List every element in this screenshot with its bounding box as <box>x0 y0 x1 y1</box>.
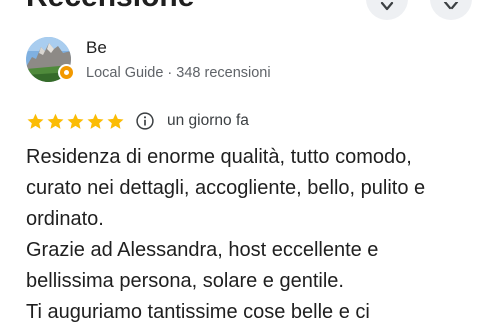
avatar[interactable] <box>26 37 75 82</box>
review-line: bellissima persona, solare e gentile. <box>26 270 344 292</box>
star-rating <box>26 112 125 131</box>
review-text: Residenza di enorme qualità, tutto comod… <box>26 142 486 328</box>
review-line: Residenza di enorme qualità, tutto comod… <box>26 146 412 168</box>
review-time: un giorno fa <box>167 112 249 129</box>
star-icon <box>47 113 64 129</box>
share-icon <box>380 2 394 11</box>
star-icon <box>87 113 104 129</box>
star-icon <box>67 113 84 129</box>
close-button[interactable] <box>430 0 472 20</box>
page-title: Recensione <box>26 0 326 14</box>
author-name[interactable]: Be <box>86 38 107 58</box>
review-line: Grazie ad Alessandra, host eccellente e <box>26 239 379 261</box>
close-icon <box>443 2 459 10</box>
review-line: ordinato. <box>26 208 104 230</box>
share-button[interactable] <box>366 0 408 20</box>
info-icon[interactable] <box>135 111 155 131</box>
author-meta: Local Guide · 348 recensioni <box>86 65 271 81</box>
star-icon <box>27 113 44 129</box>
star-icon <box>107 113 124 129</box>
local-guide-badge-icon <box>58 64 75 81</box>
rating-row: un giorno fa <box>26 110 249 132</box>
review-line: curato nei dettagli, accogliente, bello,… <box>26 177 426 199</box>
review-line: Ti auguriamo tantissime cose belle e ci <box>26 301 370 323</box>
